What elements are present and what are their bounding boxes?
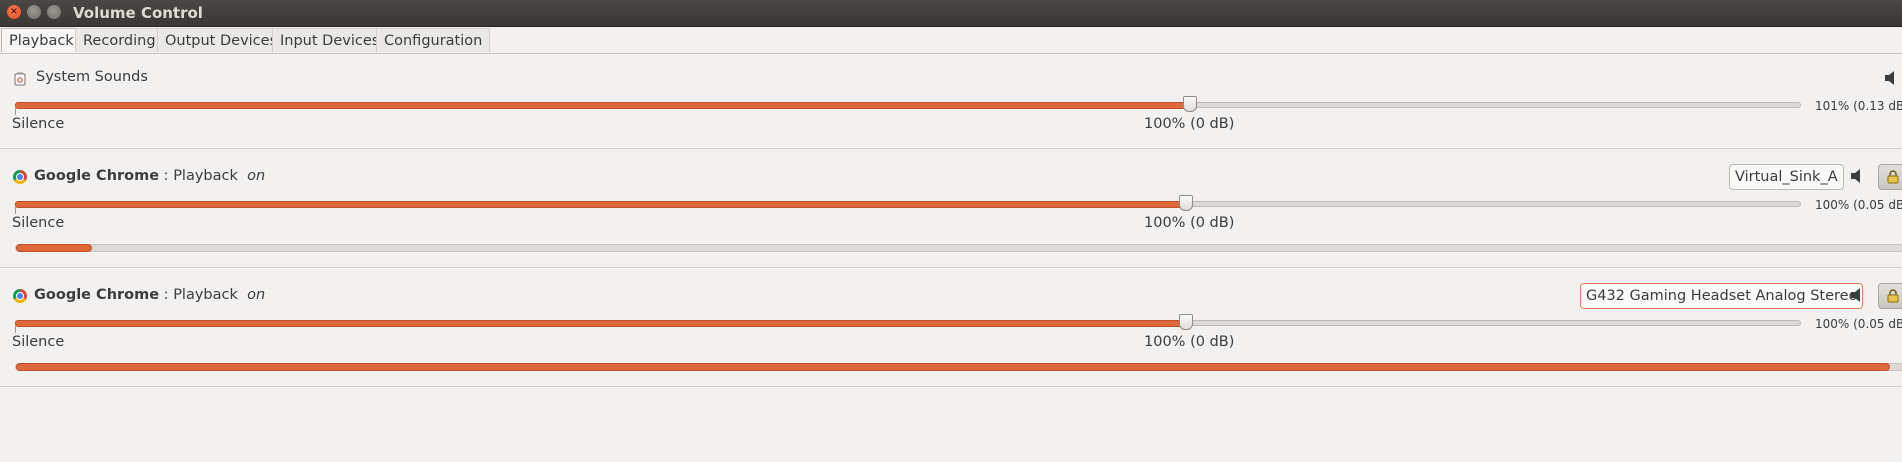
tab-recording[interactable]: Recording [75, 28, 164, 52]
volume-slider-fill [15, 201, 1188, 208]
peak-meter-track [15, 244, 1902, 252]
peak-meter-fill [16, 244, 92, 252]
speaker-mute-icon[interactable] [1850, 287, 1864, 303]
lock-icon [1887, 170, 1899, 184]
stream-status: on [247, 168, 266, 184]
stream-title: Google Chrome : Playback on [34, 287, 265, 303]
silence-label: Silence [12, 334, 65, 350]
stream-name: Playback [173, 168, 238, 184]
divider [0, 267, 1902, 268]
tab-playback[interactable]: Playback [1, 28, 82, 52]
title-bar: × Volume Control [0, 0, 1902, 27]
volume-readout: 100% (0.05 dB) [1815, 198, 1902, 212]
divider [0, 386, 1902, 387]
chrome-icon [13, 170, 27, 184]
norm-mark-label: 100% (0 dB) [1144, 334, 1235, 350]
tab-input-devices[interactable]: Input Devices [272, 28, 388, 52]
lock-channels-button[interactable] [1878, 283, 1902, 309]
output-device-button[interactable]: Virtual_Sink_A [1729, 164, 1844, 190]
peak-meter-fill [16, 363, 1890, 371]
norm-mark-label: 100% (0 dB) [1144, 215, 1235, 231]
minimize-window-button[interactable] [27, 5, 41, 19]
volume-readout: 100% (0.05 dB) [1815, 317, 1902, 331]
tab-configuration[interactable]: Configuration [376, 28, 491, 52]
chrome-icon [13, 289, 27, 303]
system-sounds-icon [14, 72, 26, 86]
stream-status: on [247, 287, 266, 303]
silence-tick [15, 108, 16, 115]
title-separator: : [159, 168, 174, 184]
volume-slider-handle[interactable] [1179, 195, 1193, 211]
lock-channels-button[interactable] [1878, 164, 1902, 190]
window-title: Volume Control [73, 4, 203, 22]
volume-slider-fill [15, 102, 1192, 109]
tab-output-devices[interactable]: Output Devices [157, 28, 286, 52]
maximize-window-button[interactable] [47, 5, 61, 19]
app-name: Google Chrome [34, 287, 160, 303]
output-device-button[interactable]: G432 Gaming Headset Analog Stereo [1580, 283, 1864, 309]
silence-tick [15, 326, 16, 333]
volume-readout: 101% (0.13 dB) [1815, 99, 1902, 113]
silence-tick [15, 207, 16, 214]
stream-name: Playback [173, 287, 238, 303]
title-separator: : [159, 287, 174, 303]
stream-name: System Sounds [36, 69, 148, 85]
close-window-button[interactable]: × [7, 5, 21, 19]
lock-icon [1887, 289, 1899, 303]
speaker-mute-icon[interactable] [1884, 70, 1898, 86]
volume-slider-fill [15, 320, 1188, 327]
app-name: Google Chrome [34, 168, 160, 184]
volume-slider-handle[interactable] [1179, 314, 1193, 330]
tab-bar: Playback Recording Output Devices Input … [0, 27, 1902, 54]
norm-mark-label: 100% (0 dB) [1144, 116, 1235, 132]
silence-label: Silence [12, 215, 65, 231]
divider [0, 148, 1902, 149]
speaker-mute-icon[interactable] [1850, 168, 1864, 184]
volume-slider-handle[interactable] [1183, 96, 1197, 112]
silence-label: Silence [12, 116, 65, 132]
stream-title: Google Chrome : Playback on [34, 168, 265, 184]
